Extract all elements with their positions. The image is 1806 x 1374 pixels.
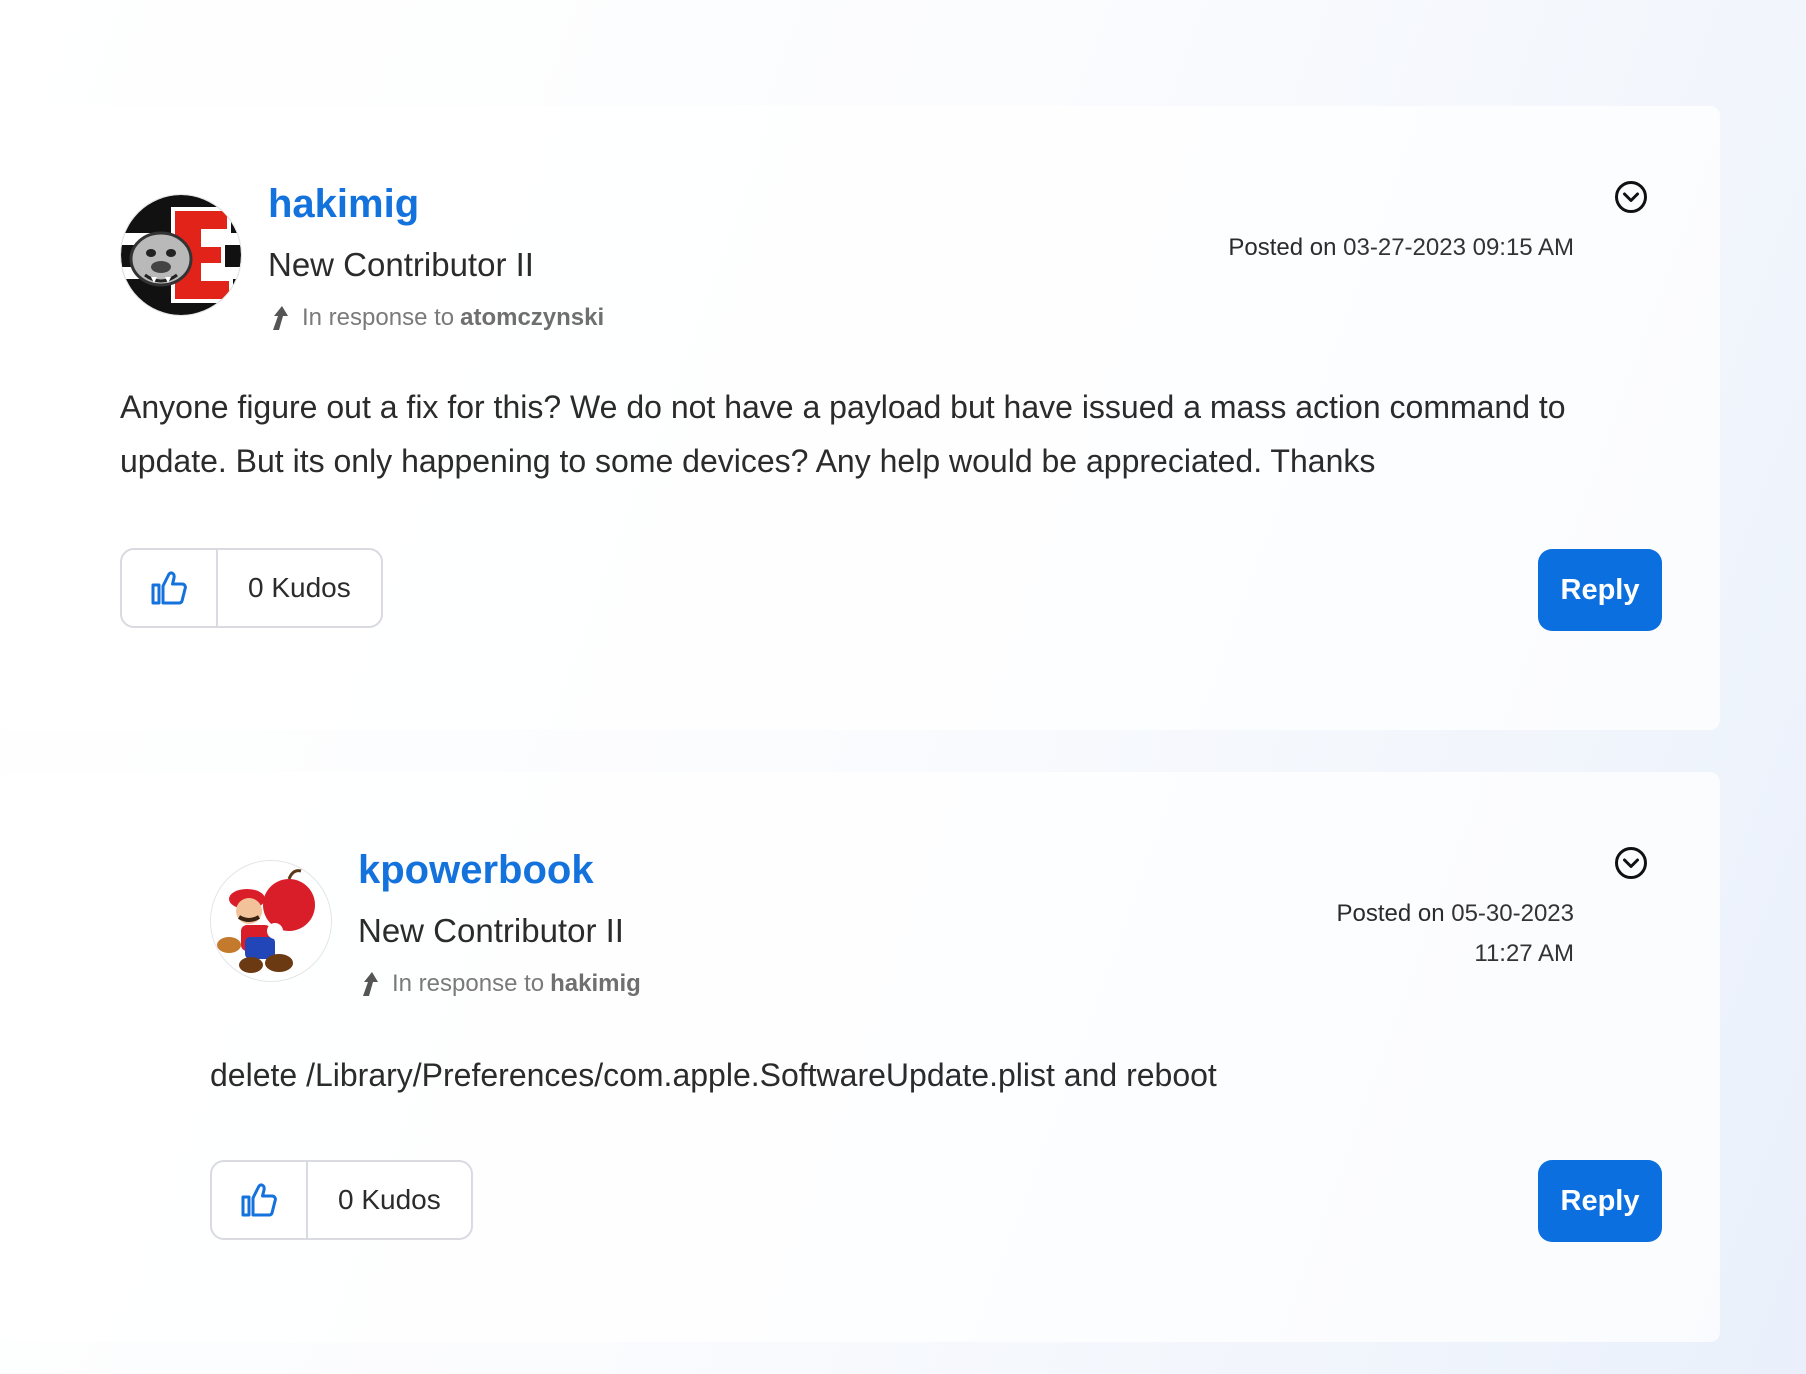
- kudo-button[interactable]: [212, 1162, 308, 1238]
- posted-label: Posted on: [1228, 234, 1337, 261]
- username-link[interactable]: kpowerbook: [358, 850, 594, 890]
- username-link[interactable]: hakimig: [268, 184, 419, 224]
- chevron-down-circle-icon: [1615, 181, 1647, 213]
- posted-date: 05-30-2023: [1451, 900, 1574, 927]
- mario-apple-avatar-icon: [211, 861, 331, 981]
- in-response-user-link[interactable]: atomczynski: [460, 306, 604, 330]
- reply-button[interactable]: Reply: [1538, 1160, 1662, 1242]
- in-response-to: In response to hakimig: [358, 970, 641, 998]
- user-rank: New Contributor II: [268, 246, 534, 283]
- reply-button[interactable]: Reply: [1538, 549, 1662, 631]
- post-body: delete /Library/Preferences/com.apple.So…: [210, 1057, 1217, 1093]
- post-body: Anyone figure out a fix for this? We do …: [120, 389, 1566, 479]
- in-response-user-link[interactable]: hakimig: [550, 972, 641, 996]
- reply-post: hakimig New Contributor II In response t…: [0, 106, 1720, 730]
- kudo-button[interactable]: [122, 550, 218, 626]
- thumbs-up-icon: [241, 1183, 277, 1217]
- in-response-prefix: In response to: [302, 304, 455, 331]
- reply-post: kpowerbook New Contributor II In respons…: [0, 772, 1720, 1342]
- avatar[interactable]: [120, 194, 242, 316]
- reply-arrow-icon: [273, 306, 288, 330]
- avatar[interactable]: [210, 860, 332, 982]
- kudos-widget: 0 Kudos: [120, 548, 383, 628]
- post-options-button[interactable]: [1614, 846, 1648, 880]
- in-response-prefix: In response to: [392, 970, 545, 997]
- posted-time: 09:15 AM: [1472, 234, 1574, 261]
- kudos-count: 0 Kudos: [338, 1184, 441, 1215]
- chevron-down-circle-icon: [1615, 847, 1647, 879]
- thumbs-up-icon: [151, 571, 187, 605]
- posted-label: Posted on: [1336, 900, 1445, 927]
- posted-date: 03-27-2023: [1343, 234, 1466, 261]
- in-response-to: In response to atomczynski: [268, 304, 604, 332]
- kudos-count: 0 Kudos: [248, 572, 351, 603]
- bulldog-logo-icon: [121, 195, 241, 315]
- post-options-button[interactable]: [1614, 180, 1648, 214]
- kudos-widget: 0 Kudos: [210, 1160, 473, 1240]
- post-timestamp: Posted on 03-27-2023 09:15 AM: [1228, 228, 1574, 268]
- user-rank: New Contributor II: [358, 912, 624, 949]
- post-timestamp: Posted on 05-30-2023 11:27 AM: [1336, 894, 1574, 974]
- reply-arrow-icon: [363, 972, 378, 996]
- posted-time: 11:27 AM: [1474, 940, 1574, 967]
